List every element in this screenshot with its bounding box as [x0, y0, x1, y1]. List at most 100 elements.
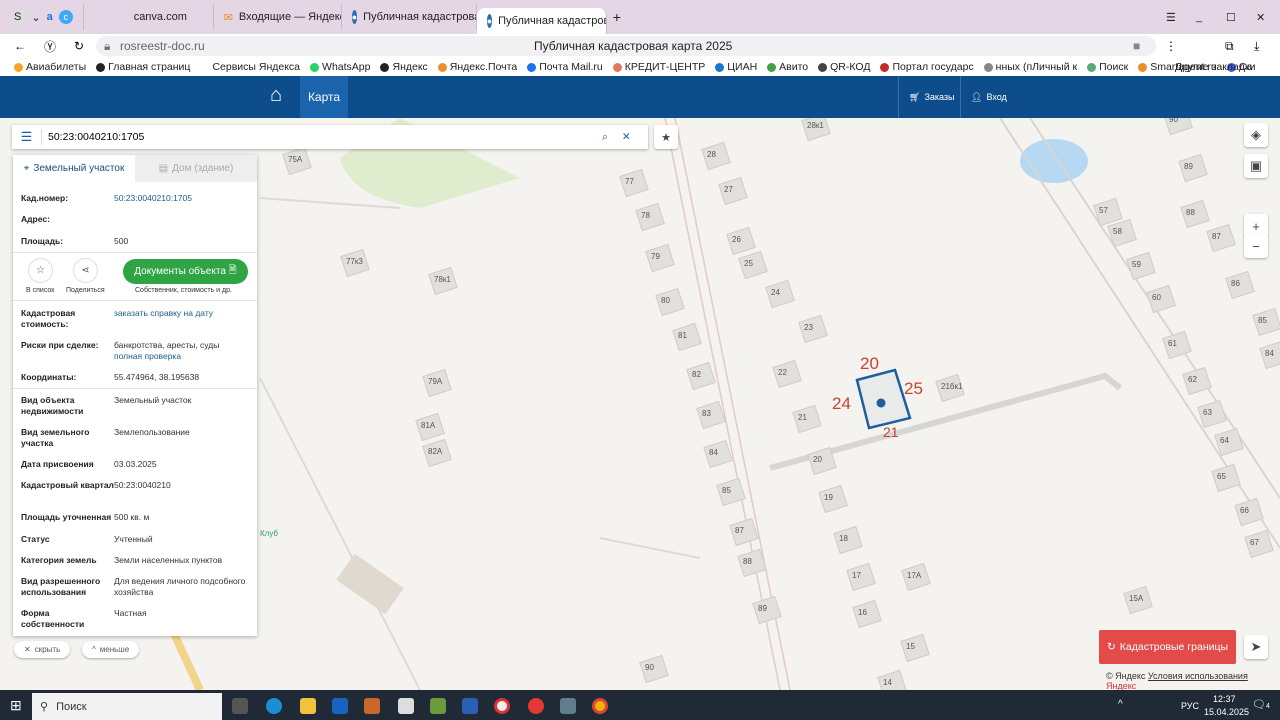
search-icon: ⚲	[40, 701, 49, 713]
bookmark-item[interactable]: КРЕДИТ-ЦЕНТР	[612, 61, 705, 73]
geolocation-button[interactable]: ➤	[1244, 635, 1268, 659]
layers-button[interactable]: ◈	[1244, 123, 1268, 147]
bookmark-item[interactable]: WhatsApp	[310, 61, 370, 73]
house-number: 77	[625, 177, 634, 186]
task-view-icon[interactable]	[232, 698, 248, 714]
extensions-icon[interactable]: ⧉	[1225, 39, 1234, 54]
tab-canva[interactable]: canva.com	[84, 4, 214, 30]
bookmark-item[interactable]: Яндекс.Почта	[437, 61, 517, 73]
house-number: 15А	[1129, 594, 1144, 603]
tray-chevron-icon[interactable]: ^	[1118, 699, 1123, 710]
share-button[interactable]: ⋖	[73, 258, 98, 283]
maximize-button[interactable]: ☐	[1226, 11, 1236, 24]
app-icon[interactable]	[364, 698, 380, 714]
tab-map[interactable]: Карта	[300, 76, 348, 118]
full-check-link[interactable]: полная проверка	[114, 351, 181, 361]
bookmark-item[interactable]: Поиск	[1087, 61, 1128, 73]
profile-button[interactable]: S ⌄ a c	[0, 4, 84, 30]
canva-icon: c	[58, 10, 73, 24]
house-number: 66	[1240, 506, 1249, 515]
login-button[interactable]: 👤︎ Вход	[960, 76, 1017, 118]
add-to-list-button[interactable]: ☆	[28, 258, 53, 283]
explorer-icon[interactable]	[300, 698, 316, 714]
favorites-star-button[interactable]: ★	[654, 125, 678, 149]
house-number: 67	[1250, 538, 1259, 547]
back-icon[interactable]: ←	[14, 39, 26, 53]
bookmark-label: Портал государс	[892, 61, 974, 73]
cadastral-number-link[interactable]: 50:23:0040210:1705	[114, 193, 249, 204]
tab-building[interactable]: ▤ Дом (здание)	[135, 155, 257, 182]
lang-indicator[interactable]: РУС	[1181, 701, 1199, 711]
share-label: Поделиться	[66, 287, 105, 294]
chevron-down-icon: ⌄	[31, 11, 41, 24]
tab-yandex-mail[interactable]: ✉ Входящие — Яндекс Почт	[214, 4, 342, 30]
chrome-icon[interactable]	[592, 698, 608, 714]
bookmark-label: Авито	[779, 61, 809, 73]
tab-cadastral-active[interactable]: ●Публичная кадастрова×	[476, 8, 607, 34]
photos-icon[interactable]	[430, 698, 446, 714]
field-label: Координаты:	[21, 372, 77, 382]
cadastral-boundaries-button[interactable]: ↻ Кадастровые границы	[1099, 630, 1236, 664]
detail-row: Вид разрешенного использования Для ведени…	[13, 576, 257, 598]
edge-icon[interactable]	[266, 698, 282, 714]
yandex-icon[interactable]	[528, 698, 544, 714]
store-icon[interactable]	[398, 698, 414, 714]
new-tab-button[interactable]: +	[613, 9, 621, 25]
house-number: 60	[1152, 293, 1161, 302]
cadastral-label: Кадастровые границы	[1119, 641, 1229, 653]
add-to-list-label: В список	[26, 287, 55, 294]
clock-time[interactable]: 12:37	[1213, 694, 1236, 704]
tab-cadastral-1[interactable]: ● Публичная кадастровая	[342, 4, 477, 30]
bookmark-icon[interactable]: ■	[1133, 39, 1140, 53]
bookmark-item[interactable]: Сервисы Яндекса	[200, 61, 300, 73]
bookmark-item[interactable]: ЦИАН	[715, 61, 757, 73]
house-number: 75А	[288, 155, 303, 164]
yandex-icon[interactable]: Ⓨ	[44, 38, 56, 55]
house-number: 90	[645, 663, 654, 672]
club-label[interactable]: Клуб	[260, 529, 278, 538]
bookmark-item[interactable]: Авиабилеты	[14, 61, 86, 73]
search-icon[interactable]: ⌕	[602, 131, 608, 144]
download-icon[interactable]: ⤓	[1254, 39, 1259, 54]
bookmark-item[interactable]: Авито	[767, 61, 808, 73]
bookmark-item[interactable]: QR-КОД	[818, 61, 870, 73]
location-arrow-icon: ➤	[1250, 639, 1262, 654]
less-button[interactable]: ^ меньше	[82, 641, 140, 658]
zoom-out-button[interactable]: −	[1244, 234, 1268, 258]
bookmark-icon	[767, 62, 777, 72]
bookmark-item[interactable]: Почта Mail.ru	[527, 61, 603, 73]
windows-start-icon[interactable]: ⊞	[10, 697, 22, 714]
word-icon[interactable]	[462, 698, 478, 714]
object-info-panel: ⌖ Земельный участок ▤ Дом (здание) Кад.ном…	[13, 155, 257, 636]
documents-button[interactable]: Документы объекта 🗎︎	[123, 259, 248, 284]
menu-icon[interactable]: ☰	[12, 129, 42, 145]
house-number: 78	[641, 211, 650, 220]
close-window-button[interactable]: ✕	[1256, 11, 1265, 24]
notifications-icon[interactable]: 🗨︎4	[1252, 698, 1270, 711]
tab-land-plot[interactable]: ⌖ Земельный участок	[13, 155, 135, 182]
home-icon[interactable]: ⌂	[270, 84, 282, 107]
bookmark-item[interactable]: Главная страниц	[96, 61, 190, 73]
bookmark-item[interactable]: Яндекс	[380, 61, 428, 73]
clock-date[interactable]: 15.04.2025	[1204, 707, 1249, 717]
hide-button[interactable]: ✕ скрыть	[14, 641, 71, 658]
taskbar-search[interactable]: ⚲ Поиск	[32, 693, 222, 720]
more-icon[interactable]: ⋮	[1165, 39, 1177, 53]
clear-icon[interactable]: ✕	[622, 131, 631, 143]
order-cost-link[interactable]: заказать справку на дату	[114, 308, 249, 330]
search-input[interactable]	[48, 131, 588, 143]
minimize-button[interactable]: _	[1196, 11, 1202, 23]
outlook-icon[interactable]	[332, 698, 348, 714]
terms-link[interactable]: Условия использования	[1148, 671, 1248, 681]
legend-button[interactable]: ▣	[1244, 154, 1268, 178]
yandex-browser-icon[interactable]	[494, 698, 510, 714]
calculator-icon[interactable]	[560, 698, 576, 714]
tab-label: Земельный участок	[33, 163, 125, 174]
field-value: 500 кв. м	[114, 512, 150, 522]
orders-button[interactable]: 🛒︎ Заказы	[898, 76, 965, 118]
other-bookmarks[interactable]: Другие закладки	[1175, 61, 1255, 73]
bookmark-item[interactable]: Портал государс	[880, 61, 974, 73]
bookmark-item[interactable]: нных (пЛичный к	[983, 61, 1077, 73]
reload-icon[interactable]: ↻	[74, 39, 84, 53]
menu-icon[interactable]: ☰	[1166, 11, 1176, 24]
